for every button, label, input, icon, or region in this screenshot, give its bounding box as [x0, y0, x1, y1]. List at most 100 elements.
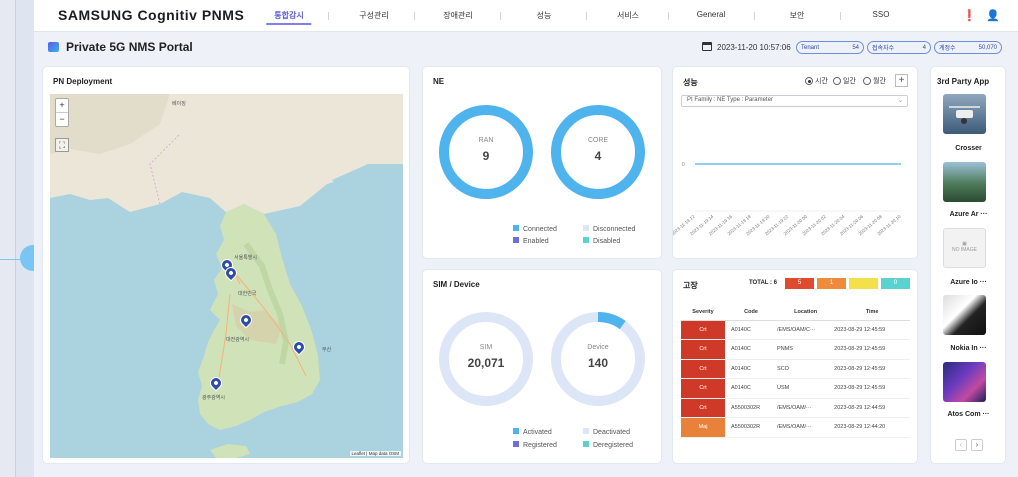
app-name[interactable]: Azure Ar ··· [931, 211, 1006, 218]
core-value: 4 [594, 149, 602, 163]
datetime: 2023-11-20 10:57:06 [702, 42, 791, 52]
pill-value: 4 [922, 44, 926, 51]
legend-label: Registered [523, 442, 557, 449]
accounts-pill[interactable]: 계정수 50,070 [934, 41, 1002, 54]
nav-performance[interactable]: 성능 [537, 10, 552, 21]
next-button[interactable]: › [971, 439, 983, 451]
map-label: 대전광역시 [226, 337, 250, 343]
minor-count[interactable] [849, 278, 878, 289]
legend-label: Deregistered [593, 442, 634, 449]
nav-general[interactable]: General [697, 10, 725, 19]
device-label: Device [587, 344, 609, 351]
sim-donut[interactable]: SIM 20,071 [437, 310, 535, 408]
nav-separator [586, 12, 587, 20]
keyboard-app-image[interactable] [943, 295, 986, 335]
column-header[interactable]: Time [834, 304, 910, 321]
column-header[interactable]: Location [777, 304, 835, 321]
nav-fault[interactable]: 장애관리 [443, 10, 472, 21]
radio-label: 일간 [843, 78, 856, 85]
column-header[interactable]: Code [725, 304, 778, 321]
table-row[interactable]: Crt A0140C USM 2023-08-29 12:45:59 [681, 378, 910, 399]
location-cell: /EMS/OAM/··· [777, 398, 835, 418]
table-row[interactable]: Crt A0140C SCO 2023-08-29 12:45:59 [681, 359, 910, 379]
add-button[interactable]: + [895, 74, 908, 87]
device-donut[interactable]: Device 140 [549, 310, 647, 408]
fullscreen-icon[interactable]: ⛶ [55, 138, 69, 152]
legend-registered: Registered [513, 441, 557, 449]
pi-family-select[interactable]: PI Family : NE Type : Parameter ⌄ [681, 95, 908, 107]
pn-deployment-panel: PN Deployment + − ⛶ 베이징 대한민국 대전광역시 광주광역시… [42, 66, 410, 464]
drone-app-image[interactable] [943, 94, 986, 134]
zoom-in-button[interactable]: + [56, 99, 68, 113]
app-name[interactable]: Crosser [931, 145, 1006, 152]
table-header-row: Severity Code Location Time [681, 304, 910, 321]
sim-label: SIM [479, 344, 493, 351]
severity-cell: Crt [681, 378, 725, 399]
drag-line [0, 259, 22, 260]
y-tick: 0 [682, 162, 685, 168]
location-cell: USM [777, 378, 835, 399]
performance-panel: 성능 시간 일간 월간 + PI Family : NE Type : Para… [672, 66, 918, 259]
time-cell: 2023-08-29 12:45:59 [834, 339, 910, 360]
nav-security[interactable]: 보안 [790, 10, 805, 21]
map-view[interactable]: + − ⛶ 베이징 대한민국 대전광역시 광주광역시 부산 서울특별시 Leaf… [50, 94, 403, 458]
nav-monitoring[interactable]: 통합감시 [266, 10, 313, 25]
table-row[interactable]: Crt A0140C/EMS/OAM/C··· 2023-08-29 12:45:5… [681, 320, 910, 340]
legend-disconnected: Disconnected [583, 225, 635, 233]
zoom-out-button[interactable]: − [56, 113, 68, 126]
prev-button[interactable]: ‹ [955, 439, 967, 451]
ran-donut[interactable]: RAN 9 [437, 103, 535, 201]
legend-label: Activated [523, 429, 552, 436]
table-row[interactable]: Maj A5500302R/EMS/OAM/··· 2023-08-29 12:44… [681, 417, 910, 438]
time-cell: 2023-08-29 12:44:20 [834, 417, 910, 438]
code-cell: A0140C [725, 378, 778, 399]
table-row[interactable]: Crt A0140C PNMS 2023-08-29 12:45:59 [681, 339, 910, 360]
panel-title: NE [433, 77, 445, 86]
legend-label: Disabled [593, 238, 621, 245]
users-pill[interactable]: 접속자수 4 [867, 41, 931, 54]
alert-icon[interactable]: ❗ [963, 9, 977, 22]
nav-service[interactable]: 서비스 [617, 10, 639, 21]
code-cell: A0140C [725, 320, 778, 340]
network-app-image[interactable] [943, 362, 986, 402]
third-party-panel: 3rd Party App Crosser Azure Ar ··· ▣ NO I… [930, 66, 1006, 464]
table-row[interactable]: Crt A5500302R/EMS/OAM/··· 2023-08-29 12:44… [681, 398, 910, 418]
location-cell: /EMS/OAM/C··· [777, 320, 835, 340]
no-image-placeholder[interactable]: ▣ NO IMAGE [943, 228, 986, 268]
nav-separator [754, 12, 755, 20]
fault-total: TOTAL : 6 [749, 280, 778, 286]
time-cell: 2023-08-29 12:45:59 [834, 359, 910, 379]
brand-logo[interactable]: SAMSUNG Cognitiv PNMS [58, 7, 244, 23]
app-name[interactable]: Atos Com ··· [931, 411, 1006, 418]
code-cell: A0140C [725, 339, 778, 360]
map-attribution[interactable]: Leaflet | Map data OSM [349, 451, 401, 456]
radio-dot [833, 77, 841, 85]
radio-daily[interactable]: 일간 [833, 76, 856, 86]
panel-title: 고장 [683, 281, 698, 290]
map-label: 서울특별시 [234, 255, 258, 261]
warning-count[interactable]: 0 [881, 278, 910, 289]
column-header[interactable]: Severity [681, 304, 725, 321]
core-donut[interactable]: CORE 4 [549, 103, 647, 201]
severity-cell: Crt [681, 320, 725, 340]
radio-hourly[interactable]: 시간 [805, 76, 828, 86]
location-cell: /EMS/OAM/··· [777, 417, 835, 438]
location-cell: SCO [777, 359, 835, 379]
nav-sso[interactable]: SSO [873, 10, 890, 19]
nav-configuration[interactable]: 구성관리 [359, 10, 388, 21]
app-name[interactable]: Azure Io ··· [931, 279, 1006, 286]
critical-count[interactable]: 5 [785, 278, 814, 289]
map-label: 베이징 [172, 101, 186, 107]
pill-label: Tenant [801, 44, 820, 51]
user-icon[interactable]: 👤 [986, 9, 1000, 22]
tenant-pill[interactable]: Tenant 54 [796, 41, 864, 54]
radio-monthly[interactable]: 월간 [863, 76, 886, 86]
pill-label: 계정수 [939, 46, 956, 52]
no-image-label: NO IMAGE [951, 247, 977, 253]
radio-dot [863, 77, 871, 85]
major-count[interactable]: 1 [817, 278, 846, 289]
time-cell: 2023-08-29 12:45:59 [834, 320, 910, 340]
app-name[interactable]: Nokia In ··· [931, 345, 1006, 352]
panel-title: 성능 [683, 78, 698, 87]
field-app-image[interactable] [943, 162, 986, 202]
